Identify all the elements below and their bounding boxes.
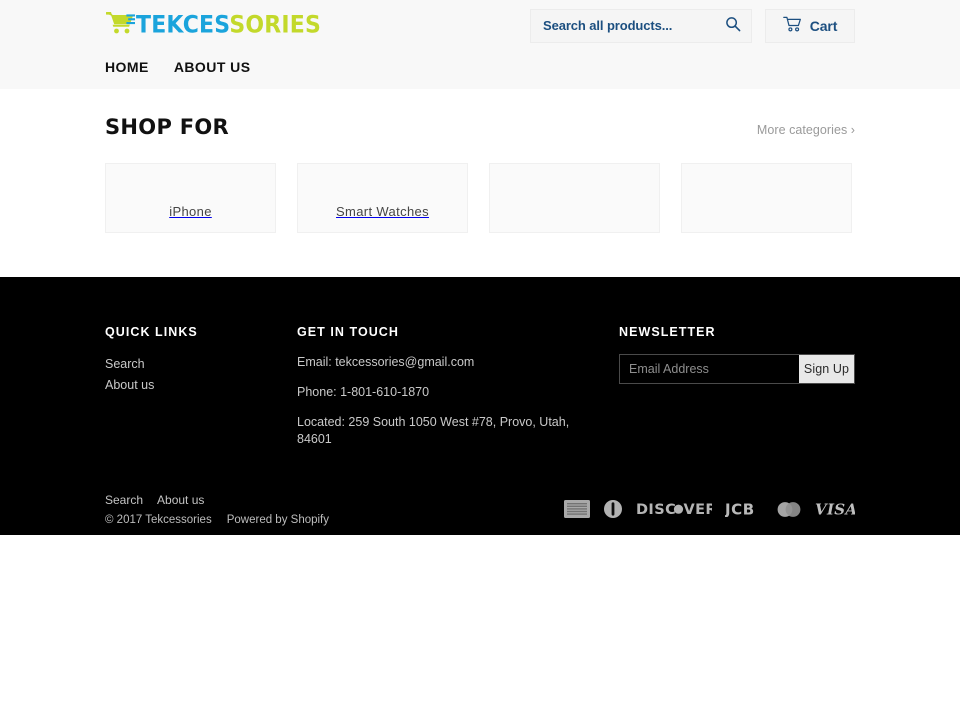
- cart-button[interactable]: Cart: [765, 8, 855, 43]
- quick-links-title: QUICK LINKS: [105, 325, 198, 339]
- cart-button-label: Cart: [809, 17, 838, 34]
- search-input[interactable]: [543, 18, 724, 33]
- logo-text-primary: TEKCES: [136, 11, 230, 39]
- copyright-text: © 2017 Tekcessories: [105, 514, 212, 526]
- footer-get-in-touch: GET IN TOUCH Email: tekcessories@gmail.c…: [297, 325, 619, 461]
- category-card-3[interactable]: [489, 163, 660, 233]
- svg-text:VER: VER: [684, 502, 713, 517]
- nav-item-home[interactable]: HOME: [105, 59, 149, 75]
- footer-columns: QUICK LINKS Search About us GET IN TOUCH…: [105, 325, 855, 461]
- logo-text-secondary: SORIES: [229, 11, 322, 39]
- get-in-touch-title: GET IN TOUCH: [297, 325, 399, 339]
- diners-club-icon: [603, 499, 623, 524]
- category-card-4[interactable]: [681, 163, 852, 233]
- category-grid: iPhone Smart Watches: [105, 163, 855, 233]
- search-icon: [725, 16, 741, 35]
- main-nav: HOME ABOUT US: [105, 45, 855, 89]
- footer-quick-links: QUICK LINKS Search About us: [105, 325, 297, 461]
- nav-item-about-us[interactable]: ABOUT US: [174, 59, 251, 75]
- footer-link-about-us[interactable]: About us: [105, 375, 297, 396]
- discover-icon: DISC VER: [636, 501, 717, 522]
- footer-link-search[interactable]: Search: [105, 354, 297, 375]
- svg-text:VISA: VISA: [815, 501, 855, 517]
- page-root: TEKCESSORIES Search all products... Cart…: [0, 0, 960, 720]
- category-label: Smart Watches: [336, 204, 429, 219]
- more-categories-link[interactable]: More categories ›: [757, 123, 855, 137]
- american-express-icon: [564, 500, 590, 523]
- category-card-smart-watches[interactable]: Smart Watches: [297, 163, 468, 233]
- newsletter-title: NEWSLETTER: [619, 325, 716, 339]
- footer-newsletter: NEWSLETTER Sign Up: [619, 325, 855, 461]
- category-label: iPhone: [169, 204, 212, 219]
- shop-for-header: SHOP FOR More categories ›: [105, 115, 855, 139]
- copyright-row: © 2017 Tekcessories Powered by Shopify: [105, 514, 329, 526]
- site-header: TEKCESSORIES Search all products... Cart…: [0, 0, 960, 89]
- bottom-link-search[interactable]: Search: [105, 493, 143, 507]
- site-logo[interactable]: TEKCESSORIES: [105, 11, 321, 41]
- main-content: SHOP FOR More categories › iPhone Smart …: [105, 89, 855, 233]
- contact-email: Email: tekcessories@gmail.com: [297, 355, 475, 369]
- mastercard-icon: [776, 501, 802, 523]
- bottom-link-about-us[interactable]: About us: [157, 493, 204, 507]
- search-bar[interactable]: [530, 8, 752, 43]
- newsletter-signup-button[interactable]: Sign Up: [799, 355, 854, 383]
- logo-wordmark: TEKCESSORIES: [136, 11, 322, 39]
- site-footer: QUICK LINKS Search About us GET IN TOUCH…: [0, 277, 960, 535]
- svg-text:DISC: DISC: [636, 502, 676, 517]
- payment-icons: DISC VER JCB VISA: [564, 493, 857, 524]
- newsletter-email-input[interactable]: [620, 355, 799, 383]
- header-actions: Cart: [530, 8, 855, 43]
- footer-bottom-links: Search About us: [105, 493, 329, 507]
- shopping-cart-icon: [105, 10, 135, 41]
- footer-bottom-bar: Search About us © 2017 Tekcessories Powe…: [105, 461, 857, 526]
- page-title: SHOP FOR: [105, 115, 230, 139]
- jcb-icon: JCB: [724, 501, 763, 522]
- contact-phone: Phone: 1-801-610-1870: [297, 385, 430, 399]
- header-top-row: TEKCESSORIES Search all products... Cart: [105, 0, 855, 45]
- contact-address: Located: 259 South 1050 West #78, Provo,…: [297, 415, 570, 446]
- category-card-iphone[interactable]: iPhone: [105, 163, 276, 233]
- powered-by-shopify-link[interactable]: Powered by Shopify: [227, 514, 329, 526]
- newsletter-form: Sign Up: [619, 354, 855, 384]
- visa-icon: VISA: [815, 501, 857, 522]
- footer-columns-wrap: QUICK LINKS Search About us GET IN TOUCH…: [105, 277, 855, 461]
- footer-bottom-left: Search About us © 2017 Tekcessories Powe…: [105, 493, 329, 526]
- svg-text:JCB: JCB: [725, 501, 755, 517]
- cart-icon: [782, 16, 802, 36]
- search-submit-button[interactable]: [724, 16, 742, 35]
